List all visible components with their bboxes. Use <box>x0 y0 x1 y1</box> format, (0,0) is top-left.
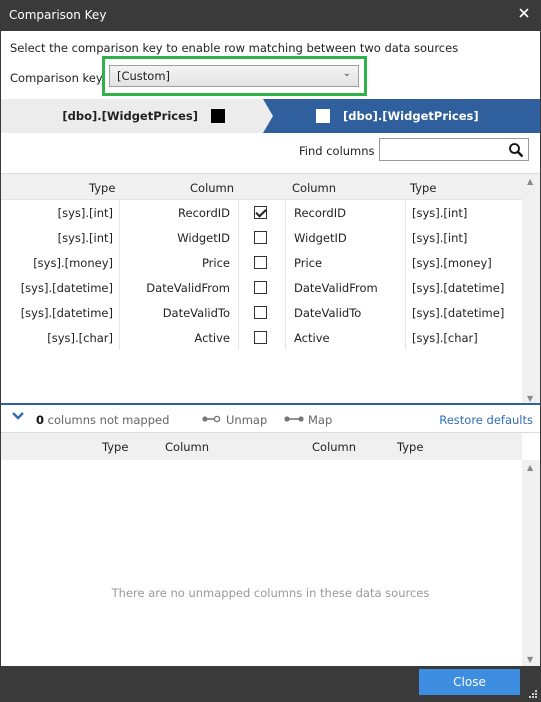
table-row: [sys].[int] RecordID RecordID [sys].[int] <box>1 200 522 225</box>
scroll-down-icon[interactable]: ▼ <box>527 655 533 664</box>
data-source-bar: [dbo].[WidgetPrices] [dbo].[WidgetPrices… <box>1 99 540 133</box>
map-icon[interactable] <box>284 414 304 424</box>
grid-header: Type Column Column Type <box>1 174 522 200</box>
comparison-key-select[interactable]: [Custom] ⌄ <box>109 65 359 87</box>
scroll-down-icon[interactable]: ▼ <box>527 394 533 403</box>
unmapped-grid-header: Type Column Column Type <box>1 433 522 460</box>
cell-type-right: [sys].[int] <box>412 231 468 245</box>
unmapped-grid: Type Column Column Type There are no unm… <box>1 432 540 667</box>
close-button[interactable]: Close <box>419 669 520 695</box>
comparison-key-label: Comparison key: <box>10 71 106 85</box>
comparison-key-value: [Custom] <box>117 69 171 83</box>
unmap-icon[interactable] <box>202 414 222 424</box>
cell-type-right: [sys].[datetime] <box>412 306 505 320</box>
source-arrow <box>263 99 273 133</box>
empty-message: There are no unmapped columns in these d… <box>111 586 430 600</box>
cell-column-right: DateValidTo <box>294 306 362 320</box>
cell-column-right: RecordID <box>294 206 346 220</box>
comparison-key-checkbox[interactable] <box>254 281 267 294</box>
cell-type-left: [sys].[char] <box>47 331 113 345</box>
scroll-up-icon[interactable]: ▲ <box>527 177 533 186</box>
header-type-right: Type <box>397 440 424 454</box>
left-source-name: [dbo].[WidgetPrices] <box>62 109 198 123</box>
unmapped-count: 0 columns not mapped <box>36 413 169 427</box>
unmap-button[interactable]: Unmap <box>226 413 267 427</box>
cell-column-right: DateValidFrom <box>294 281 378 295</box>
vertical-scrollbar[interactable]: ▲ ▼ <box>522 174 540 406</box>
header-type-left: Type <box>102 440 129 454</box>
cell-column-left: DateValidTo <box>162 306 230 320</box>
right-source-name: [dbo].[WidgetPrices] <box>343 109 479 123</box>
cell-type-right: [sys].[char] <box>412 331 478 345</box>
table-row: [sys].[money] Price Price [sys].[money] <box>1 250 522 275</box>
unmapped-toolbar: 0 columns not mapped Unmap Map Restore d… <box>1 405 540 432</box>
dialog-footer: Close <box>1 666 540 701</box>
find-columns-input[interactable] <box>379 138 529 161</box>
title-bar: Comparison Key <box>0 0 541 31</box>
cell-column-right: Active <box>294 331 330 345</box>
cell-column-left: DateValidFrom <box>146 281 230 295</box>
cell-column-left: Price <box>201 256 230 270</box>
cell-type-left: [sys].[datetime] <box>20 281 113 295</box>
scroll-up-icon[interactable]: ▲ <box>527 463 533 472</box>
comparison-key-checkbox[interactable] <box>254 331 267 344</box>
resize-grip-icon[interactable] <box>528 689 538 699</box>
unmapped-count-number: 0 <box>36 413 45 427</box>
mapping-grid: Type Column Column Type [sys].[int] Recor… <box>1 173 540 406</box>
header-column-left: Column <box>165 440 210 454</box>
table-row: [sys].[datetime] DateValidFrom DateValidFr… <box>1 275 522 300</box>
chevron-down-icon[interactable] <box>11 410 25 422</box>
cell-type-left: [sys].[int] <box>57 206 113 220</box>
instruction-text: Select the comparison key to enable row … <box>10 41 459 55</box>
map-button[interactable]: Map <box>308 413 332 427</box>
table-row: [sys].[char] Active Active [sys].[char] <box>1 325 522 350</box>
restore-defaults-link[interactable]: Restore defaults <box>439 413 533 427</box>
close-icon[interactable] <box>517 6 531 20</box>
cell-column-left: Active <box>194 331 230 345</box>
cell-type-right: [sys].[int] <box>412 206 468 220</box>
cell-type-left: [sys].[money] <box>33 256 113 270</box>
window-title: Comparison Key <box>9 8 107 22</box>
dialog-body: Select the comparison key to enable row … <box>1 31 540 701</box>
cell-column-right: WidgetID <box>294 231 347 245</box>
unmapped-count-text: columns not mapped <box>44 413 170 427</box>
header-column-right: Column <box>312 440 357 454</box>
table-row: [sys].[int] WidgetID WidgetID [sys].[int] <box>1 225 522 250</box>
cell-type-right: [sys].[datetime] <box>412 281 505 295</box>
cell-column-right: Price <box>294 256 323 270</box>
header-column-left: Column <box>190 181 235 195</box>
right-source-color-swatch <box>316 109 330 123</box>
header-column-right: Column <box>292 181 337 195</box>
find-columns-label: Find columns <box>299 144 375 158</box>
vertical-scrollbar[interactable]: ▲ ▼ <box>522 460 540 667</box>
cell-type-right: [sys].[money] <box>412 256 492 270</box>
search-icon[interactable] <box>508 142 524 158</box>
table-row: [sys].[datetime] DateValidTo DateValidTo [s… <box>1 300 522 325</box>
left-source-color-swatch <box>211 109 225 123</box>
chevron-down-icon: ⌄ <box>342 68 351 79</box>
cell-type-left: [sys].[datetime] <box>20 306 113 320</box>
comparison-key-checkbox[interactable] <box>254 206 267 219</box>
comparison-key-checkbox[interactable] <box>254 306 267 319</box>
header-type-right: Type <box>410 181 437 195</box>
cell-type-left: [sys].[int] <box>57 231 113 245</box>
comparison-key-checkbox[interactable] <box>254 231 267 244</box>
header-type-left: Type <box>89 181 116 195</box>
cell-column-left: RecordID <box>178 206 230 220</box>
comparison-key-checkbox[interactable] <box>254 256 267 269</box>
cell-column-left: WidgetID <box>177 231 230 245</box>
